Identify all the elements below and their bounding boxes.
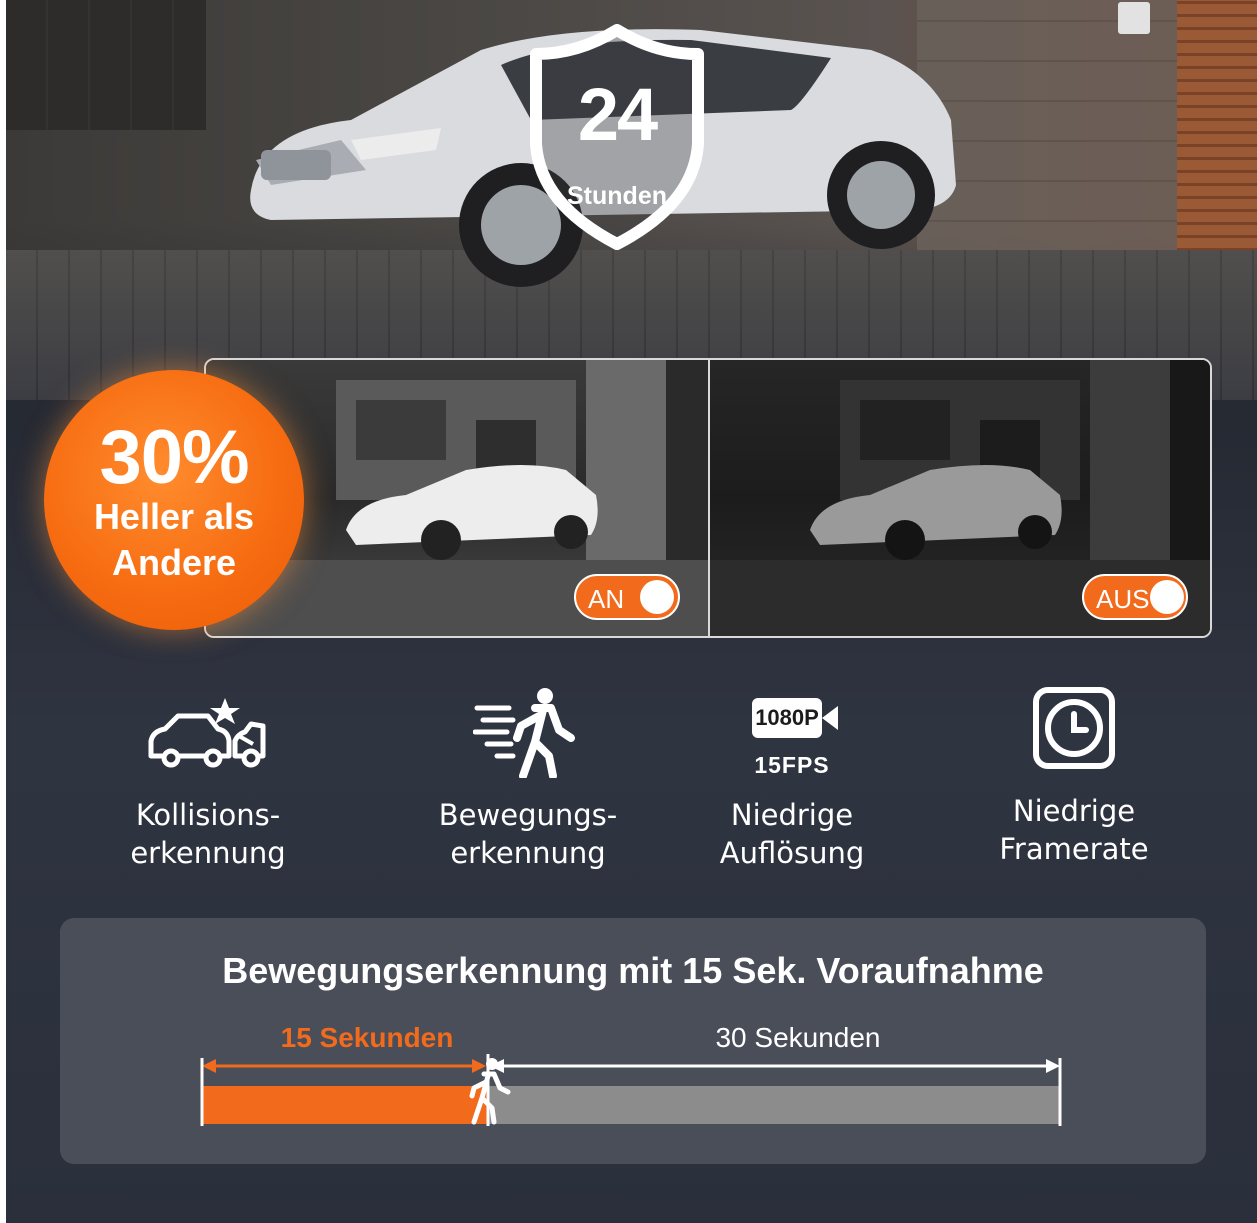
toggle-knob bbox=[640, 580, 674, 614]
pre-recording-timeline: Bewegungserkennung mit 15 Sek. Voraufnah… bbox=[60, 918, 1206, 1164]
toggle-off-label: AUS bbox=[1096, 584, 1150, 614]
wall-charger bbox=[1118, 2, 1150, 34]
feature-label: Niedrige Framerate bbox=[944, 792, 1204, 868]
feature-label-line1: Niedrige bbox=[730, 798, 854, 832]
feature-label-line2: erkennung bbox=[450, 836, 606, 870]
running-person-icon bbox=[444, 1058, 511, 1125]
resolution-icon: 1080P 15FPS bbox=[662, 686, 922, 786]
comparison-pane-off: AUS bbox=[710, 360, 1210, 636]
feature-label-line1: Kollisions- bbox=[135, 798, 281, 832]
feature-low-framerate: Niedrige Framerate bbox=[944, 686, 1204, 886]
post-record-arrowhead bbox=[1046, 1059, 1060, 1073]
timeline-bar bbox=[200, 1054, 1062, 1126]
feature-motion-detection: Bewegungs- erkennung bbox=[398, 686, 658, 886]
toggle-off[interactable]: AUS bbox=[1082, 574, 1188, 620]
collision-icon bbox=[78, 686, 338, 786]
post-record-segment bbox=[488, 1086, 1060, 1124]
badge-line1: Heller als bbox=[93, 496, 255, 537]
shield-badge: 24 Stunden bbox=[526, 24, 708, 250]
product-banner: 24 Stunden AN AUS 30% Heller als Andere … bbox=[6, 0, 1257, 1223]
background-wall bbox=[6, 0, 206, 130]
badge-line2: Andere bbox=[111, 542, 237, 583]
feature-collision-detection: Kollisions- erkennung bbox=[78, 686, 338, 886]
brightness-badge: 30% Heller als Andere bbox=[44, 370, 304, 630]
fps-label: 15FPS bbox=[754, 752, 830, 778]
feature-label-line1: Niedrige bbox=[1012, 794, 1136, 828]
pre-record-arrowhead bbox=[202, 1059, 216, 1073]
hero-photo: 24 Stunden bbox=[6, 0, 1257, 400]
feature-label: Kollisions- erkennung bbox=[78, 796, 338, 872]
feature-label: Bewegungs- erkennung bbox=[398, 796, 658, 872]
feature-label-line2: erkennung bbox=[130, 836, 286, 870]
feature-label-line2: Auflösung bbox=[719, 836, 865, 870]
feature-low-resolution: 1080P 15FPS Niedrige Auflösung bbox=[662, 686, 922, 886]
feature-label-line1: Bewegungs- bbox=[438, 798, 618, 832]
motion-icon bbox=[398, 686, 658, 786]
shield-number: 24 bbox=[577, 73, 658, 156]
shield-label: Stunden bbox=[567, 182, 667, 210]
toggle-knob bbox=[1150, 580, 1184, 614]
feature-label-line2: Framerate bbox=[999, 832, 1149, 866]
badge-percent: 30% bbox=[99, 415, 249, 500]
resolution-badge: 1080P bbox=[752, 698, 822, 738]
toggle-on[interactable]: AN bbox=[574, 574, 680, 620]
feature-label: Niedrige Auflösung bbox=[662, 796, 922, 872]
toggle-on-label: AN bbox=[588, 584, 625, 614]
video-camera-icon bbox=[822, 706, 838, 730]
clock-icon bbox=[944, 686, 1204, 786]
night-vision-comparison: AN AUS bbox=[204, 358, 1212, 638]
